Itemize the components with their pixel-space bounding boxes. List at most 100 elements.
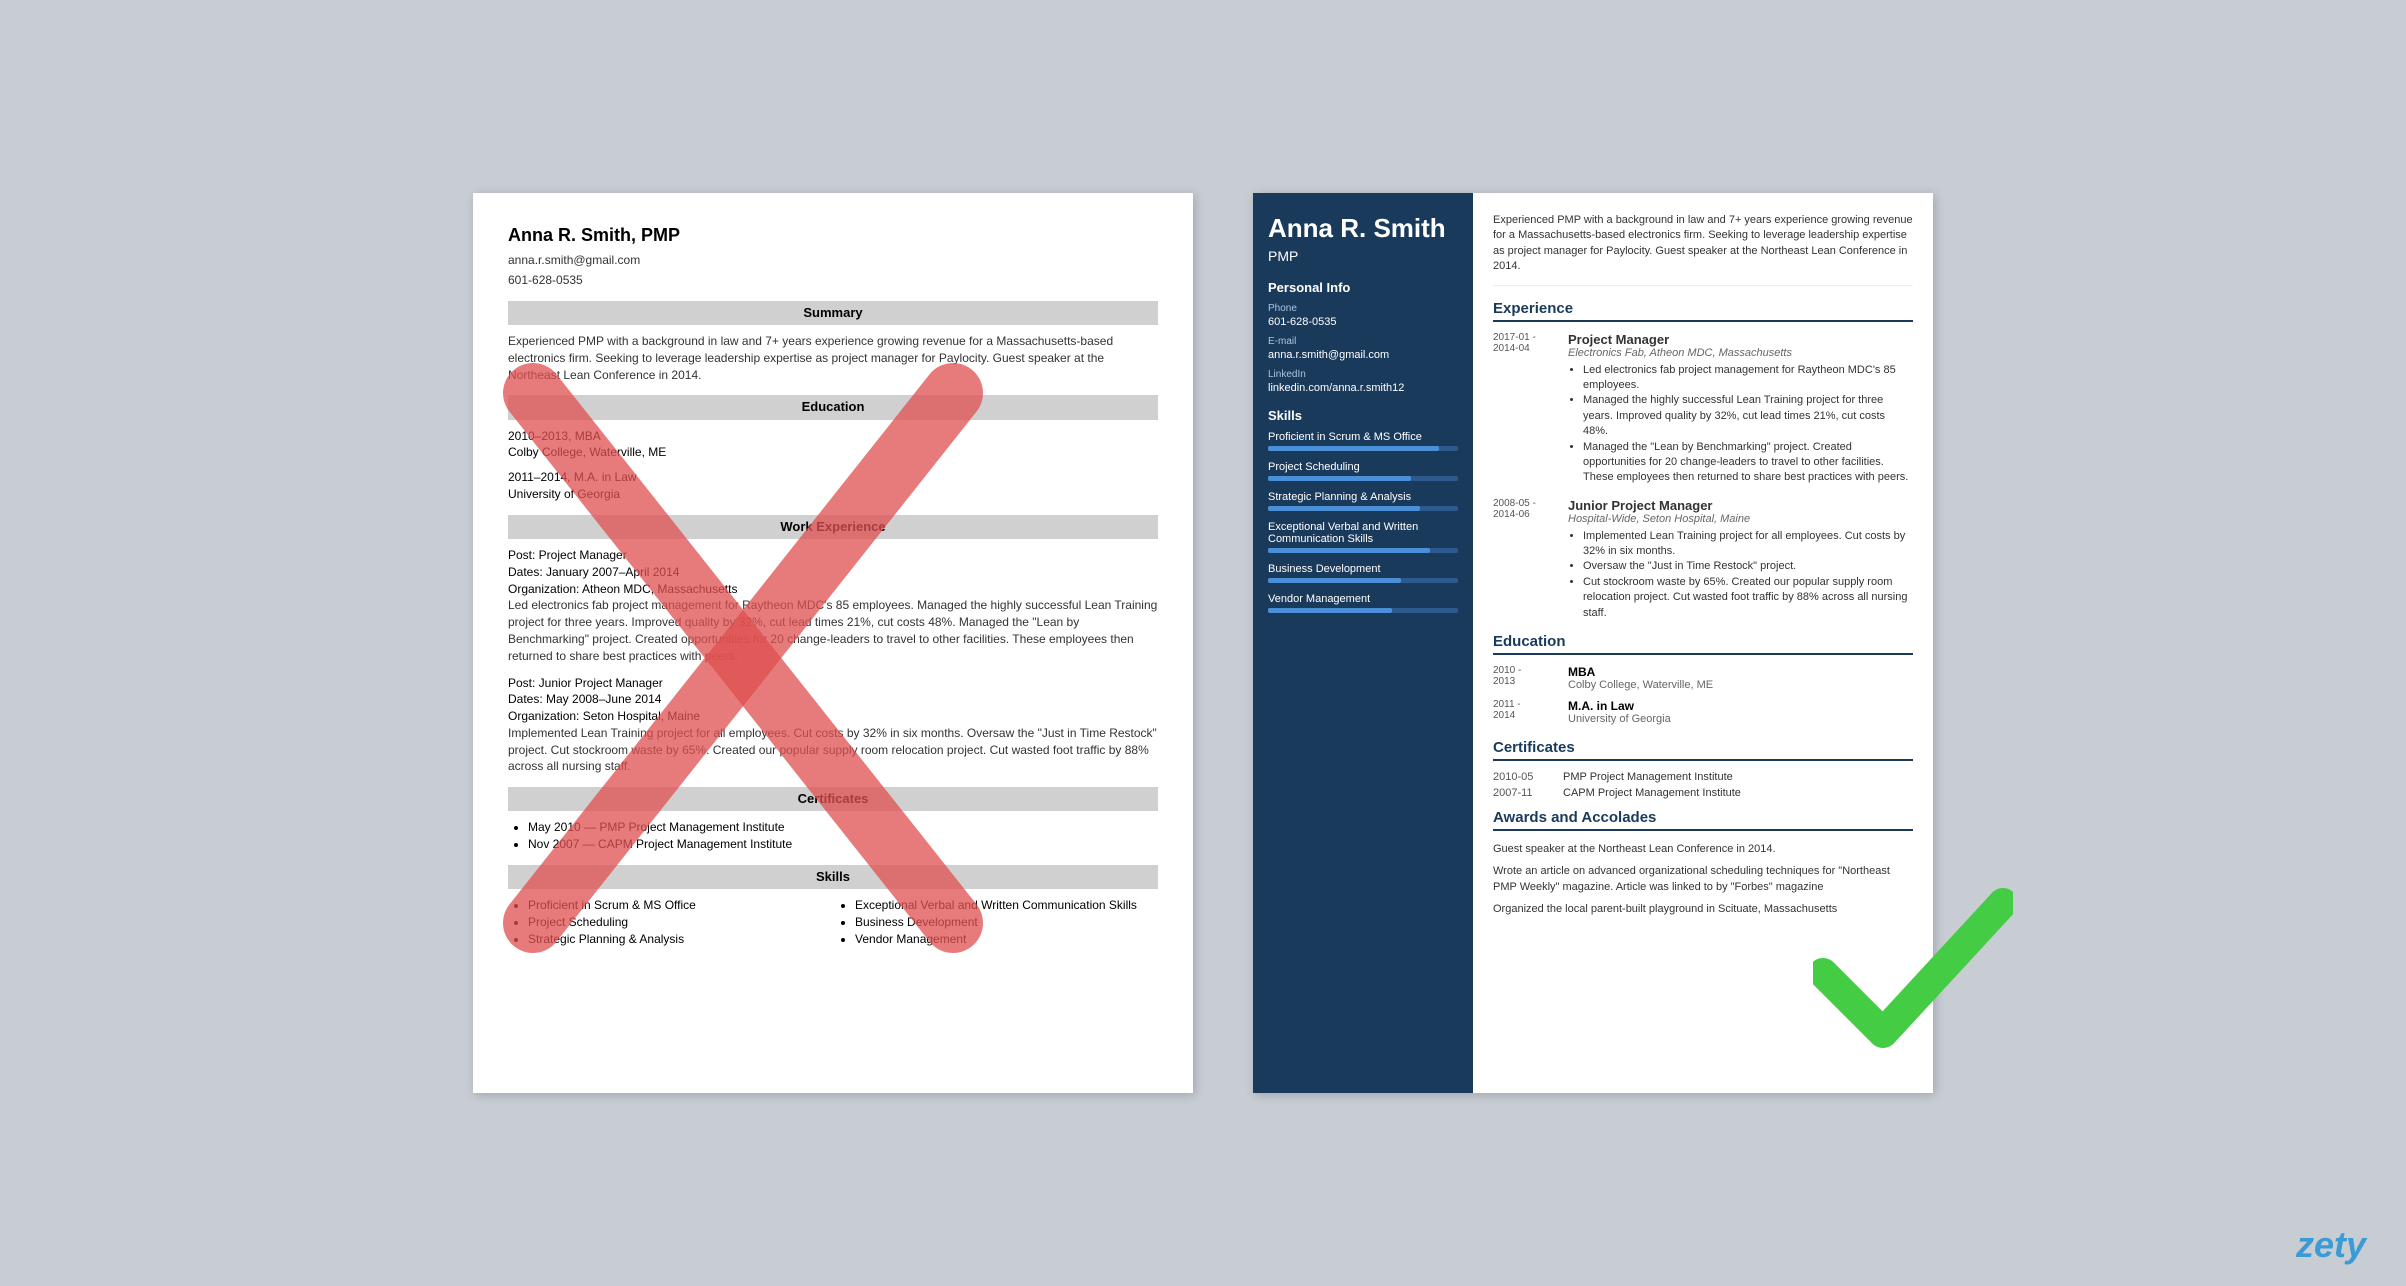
- award-1: Guest speaker at the Northeast Lean Conf…: [1493, 841, 1913, 858]
- skill-bar-4: Exceptional Verbal and Written Communica…: [1268, 521, 1458, 553]
- sidebar-phone: 601-628-0535: [1268, 316, 1458, 328]
- skill-fill-1: [1268, 446, 1439, 451]
- sidebar-linkedin: linkedin.com/anna.r.smith12: [1268, 382, 1458, 394]
- summary-header: Summary: [508, 301, 1158, 325]
- edu-school-r-2: University of Georgia: [1568, 713, 1671, 725]
- cert-date-1: 2010-05: [1493, 771, 1558, 783]
- cert-list: May 2010 — PMP Project Management Instit…: [508, 819, 1158, 853]
- skill-name-3: Strategic Planning & Analysis: [1268, 491, 1458, 503]
- skill-bg-4: [1268, 548, 1458, 553]
- exp-bullets-2: Implemented Lean Training project for al…: [1568, 529, 1913, 621]
- skills-col1: Proficient in Scrum & MS Office Project …: [508, 897, 831, 947]
- edu-entry-2: 2011–2014, M.A. in Law University of Geo…: [508, 469, 1158, 503]
- skill-name-4: Exceptional Verbal and Written Communica…: [1268, 521, 1458, 545]
- cert-header: Certificates: [508, 787, 1158, 811]
- edu-row-1: 2010 - 2013 MBA Colby College, Watervill…: [1493, 665, 1913, 691]
- cert-title: Certificates: [1493, 739, 1913, 761]
- work-org-1: Organization: Atheon MDC, Massachusetts: [508, 581, 1158, 598]
- exp-title-2: Junior Project Manager: [1568, 498, 1913, 513]
- skill-name-6: Vendor Management: [1268, 593, 1458, 605]
- page-container: Anna R. Smith, PMP anna.r.smith@gmail.co…: [0, 0, 2406, 1286]
- cert-item-2: Nov 2007 — CAPM Project Management Insti…: [528, 836, 1158, 853]
- resume-left: Anna R. Smith, PMP anna.r.smith@gmail.co…: [473, 193, 1193, 1093]
- work-header: Work Experience: [508, 515, 1158, 539]
- skill-bar-2: Project Scheduling: [1268, 461, 1458, 481]
- skill-r2: Business Development: [855, 914, 1158, 931]
- cert-date-2: 2007-11: [1493, 787, 1558, 799]
- skill-bg-3: [1268, 506, 1458, 511]
- skills-section-title: Skills: [1268, 408, 1458, 423]
- cert-item-1: May 2010 — PMP Project Management Instit…: [528, 819, 1158, 836]
- skill-bg-2: [1268, 476, 1458, 481]
- edu-degree-2: M.A. in Law: [1568, 699, 1671, 713]
- exp-entry-1: 2017-01 - 2014-04 Project Manager Electr…: [1493, 332, 1913, 486]
- skill-r3: Vendor Management: [855, 931, 1158, 948]
- skill-bar-3: Strategic Planning & Analysis: [1268, 491, 1458, 511]
- skill-fill-2: [1268, 476, 1411, 481]
- skill-l3: Strategic Planning & Analysis: [528, 931, 831, 948]
- education-header: Education: [508, 395, 1158, 419]
- edu-school-r-1: Colby College, Waterville, ME: [1568, 679, 1713, 691]
- work-desc-1: Led electronics fab project management f…: [508, 597, 1158, 664]
- skill-fill-3: [1268, 506, 1420, 511]
- award-3: Organized the local parent-built playgro…: [1493, 901, 1913, 918]
- cert-name-2: CAPM Project Management Institute: [1563, 787, 1741, 799]
- sidebar-email: anna.r.smith@gmail.com: [1268, 349, 1458, 361]
- skill-fill-6: [1268, 608, 1392, 613]
- experience-title: Experience: [1493, 300, 1913, 322]
- edu-details-1: MBA Colby College, Waterville, ME: [1568, 665, 1713, 691]
- skill-bar-1: Proficient in Scrum & MS Office: [1268, 431, 1458, 451]
- education-title: Education: [1493, 633, 1913, 655]
- exp-dates-1: 2017-01 - 2014-04: [1493, 332, 1558, 486]
- right-main: Experienced PMP with a background in law…: [1473, 193, 1933, 1093]
- exp-title-1: Project Manager: [1568, 332, 1913, 347]
- work-dates-1: Dates: January 2007–April 2014: [508, 564, 1158, 581]
- skill-bg-6: [1268, 608, 1458, 613]
- skill-r1: Exceptional Verbal and Written Communica…: [855, 897, 1158, 914]
- cert-row-2: 2007-11 CAPM Project Management Institut…: [1493, 787, 1913, 799]
- skill-name-1: Proficient in Scrum & MS Office: [1268, 431, 1458, 443]
- left-phone: 601-628-0535: [508, 272, 1158, 289]
- resume-right: Anna R. Smith PMP Personal Info Phone 60…: [1253, 193, 1933, 1093]
- award-2: Wrote an article on advanced organizatio…: [1493, 863, 1913, 896]
- zety-watermark: zety: [2296, 1224, 2366, 1266]
- skill-fill-4: [1268, 548, 1430, 553]
- linkedin-label: LinkedIn: [1268, 369, 1458, 380]
- cert-name-1: PMP Project Management Institute: [1563, 771, 1733, 783]
- edu-school-1: Colby College, Waterville, ME: [508, 444, 1158, 461]
- right-sidebar: Anna R. Smith PMP Personal Info Phone 60…: [1253, 193, 1473, 1093]
- edu-degree-1: MBA: [1568, 665, 1713, 679]
- summary-content: Experienced PMP with a background in law…: [508, 333, 1158, 383]
- email-label: E-mail: [1268, 336, 1458, 347]
- skill-fill-5: [1268, 578, 1401, 583]
- awards-list: Guest speaker at the Northeast Lean Conf…: [1493, 841, 1913, 917]
- skills-col2: Exceptional Verbal and Written Communica…: [835, 897, 1158, 947]
- edu-entry-1: 2010–2013, MBA Colby College, Waterville…: [508, 428, 1158, 462]
- edu-dates-r-2: 2011 - 2014: [1493, 699, 1558, 725]
- exp-entry-2: 2008-05 - 2014-06 Junior Project Manager…: [1493, 498, 1913, 621]
- work-desc-2: Implemented Lean Training project for al…: [508, 725, 1158, 775]
- skill-bar-6: Vendor Management: [1268, 593, 1458, 613]
- exp-content-2: Junior Project Manager Hospital-Wide, Se…: [1568, 498, 1913, 621]
- edu-details-2: M.A. in Law University of Georgia: [1568, 699, 1671, 725]
- skill-bg-5: [1268, 578, 1458, 583]
- sidebar-name: Anna R. Smith: [1268, 213, 1458, 244]
- exp-dates-2: 2008-05 - 2014-06: [1493, 498, 1558, 621]
- work-dates-2: Dates: May 2008–June 2014: [508, 691, 1158, 708]
- exp-bullet-2-2: Oversaw the "Just in Time Restock" proje…: [1583, 559, 1913, 574]
- phone-label: Phone: [1268, 303, 1458, 314]
- work-post-2: Post: Junior Project Manager: [508, 675, 1158, 692]
- left-email: anna.r.smith@gmail.com: [508, 252, 1158, 269]
- resume-left-wrapper: Anna R. Smith, PMP anna.r.smith@gmail.co…: [473, 193, 1193, 1093]
- skill-l1: Proficient in Scrum & MS Office: [528, 897, 831, 914]
- resume-right-wrapper: Anna R. Smith PMP Personal Info Phone 60…: [1253, 193, 1933, 1093]
- exp-bullets-1: Led electronics fab project management f…: [1568, 363, 1913, 486]
- skill-bg-1: [1268, 446, 1458, 451]
- exp-content-1: Project Manager Electronics Fab, Atheon …: [1568, 332, 1913, 486]
- skill-bar-5: Business Development: [1268, 563, 1458, 583]
- exp-company-2: Hospital-Wide, Seton Hospital, Maine: [1568, 513, 1913, 525]
- edu-dates-2: 2011–2014, M.A. in Law: [508, 469, 1158, 486]
- edu-section: 2010 - 2013 MBA Colby College, Watervill…: [1493, 665, 1913, 725]
- work-post-1: Post: Project Manager: [508, 547, 1158, 564]
- main-summary: Experienced PMP with a background in law…: [1493, 213, 1913, 286]
